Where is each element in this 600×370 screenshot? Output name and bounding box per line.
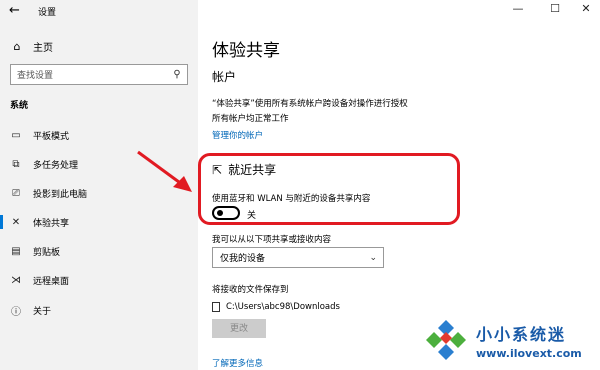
save-path: C:\Users\abc98\Downloads xyxy=(226,302,340,312)
tablet-icon: ▭ xyxy=(11,129,21,141)
sidebar-item-about[interactable]: ⓘ 关于 xyxy=(0,298,198,322)
save-location-label: 将接收的文件保存到 xyxy=(212,285,289,295)
manage-account-link[interactable]: 管理你的帐户 xyxy=(212,129,263,141)
share-from-value: 仅我的设备 xyxy=(220,254,266,264)
sidebar-item-tablet-mode[interactable]: ▭ 平板模式 xyxy=(0,123,198,147)
window-title: 设置 xyxy=(38,8,57,18)
clipboard-icon: ▤ xyxy=(11,245,21,257)
nearby-sharing-title: 就近共享 xyxy=(228,163,277,177)
nearby-sharing-toggle[interactable] xyxy=(212,206,240,220)
search-icon[interactable]: ⚲ xyxy=(167,69,187,80)
sidebar-section-title: 系统 xyxy=(10,101,29,111)
sidebar-item-project[interactable]: ⎚ 投影到此电脑 xyxy=(0,181,198,205)
share-from-dropdown[interactable]: 仅我的设备 ⌄ xyxy=(212,247,384,268)
shared-experiences-icon: ✕ xyxy=(11,216,21,228)
account-description: “体验共享”使用所有系统帐户跨设备対操作进行授权 xyxy=(212,99,408,109)
sidebar-item-home[interactable]: ⌂ 主页 xyxy=(10,39,54,54)
account-status: 所有帐户均正常工作 xyxy=(212,114,289,124)
chevron-down-icon: ⌄ xyxy=(369,252,377,263)
sidebar-item-label: 剪贴板 xyxy=(33,247,61,258)
watermark-url: www.ilovext.com xyxy=(476,346,582,360)
sidebar-item-shared-experiences[interactable]: ✕ 体验共享 xyxy=(0,210,198,234)
learn-more-link[interactable]: 了解更多信息 xyxy=(212,357,263,369)
sidebar-item-label: 体验共享 xyxy=(33,218,70,229)
home-icon: ⌂ xyxy=(13,40,21,53)
project-icon: ⎚ xyxy=(12,187,20,199)
account-heading: 帐户 xyxy=(212,70,237,84)
sidebar-item-multitasking[interactable]: ⧉ 多任务处理 xyxy=(0,152,198,176)
save-location-row: C:\Users\abc98\Downloads xyxy=(212,302,340,312)
sidebar: ⌂ 主页 查找设置 ⚲ 系统 ▭ 平板模式 ⧉ 多任务处理 ⎚ 投影到此电脑 ✕… xyxy=(0,0,198,370)
info-icon: ⓘ xyxy=(11,306,21,318)
remote-desktop-icon: ⋊ xyxy=(11,274,21,286)
search-placeholder: 查找设置 xyxy=(17,71,54,81)
back-arrow-icon[interactable]: ← xyxy=(9,3,20,18)
nearby-sharing-heading: ⇱ 就近共享 xyxy=(212,161,276,178)
change-button[interactable]: 更改 xyxy=(212,319,266,338)
search-input[interactable]: 查找设置 ⚲ xyxy=(10,64,188,85)
sidebar-item-label: 远程桌面 xyxy=(33,276,70,287)
file-icon xyxy=(212,302,220,312)
logo-icon xyxy=(426,320,466,360)
sidebar-item-label: 多任务处理 xyxy=(33,160,79,171)
nearby-share-icon: ⇱ xyxy=(212,162,223,177)
sidebar-item-clipboard[interactable]: ▤ 剪贴板 xyxy=(0,239,198,263)
sidebar-item-label: 关于 xyxy=(33,306,52,317)
multitask-icon: ⧉ xyxy=(12,158,20,170)
nearby-sharing-description: 使用蓝牙和 WLAN 与附近的设备共享内容 xyxy=(212,194,371,204)
sidebar-item-label: 平板模式 xyxy=(33,131,70,142)
sidebar-item-label: 投影到此电脑 xyxy=(33,189,88,200)
watermark: 小小系统迷 www.ilovext.com xyxy=(420,310,600,370)
share-from-label: 我可以从以下项共享或接收内容 xyxy=(212,235,332,245)
watermark-name: 小小系统迷 xyxy=(476,324,567,344)
page-title: 体验共享 xyxy=(212,41,280,61)
toggle-knob xyxy=(217,210,223,216)
toggle-state-label: 关 xyxy=(247,211,257,221)
sidebar-home-label: 主页 xyxy=(33,43,53,54)
sidebar-item-remote-desktop[interactable]: ⋊ 远程桌面 xyxy=(0,268,198,292)
